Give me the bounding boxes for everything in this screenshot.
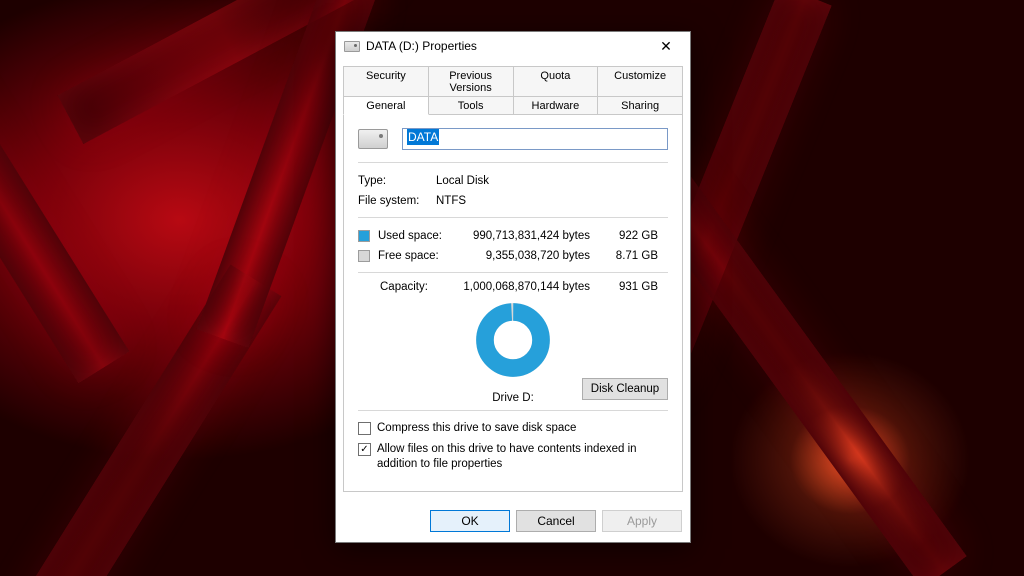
tab-sharing[interactable]: Sharing <box>598 96 683 115</box>
capacity-human: 931 GB <box>598 281 658 293</box>
filesystem-value: NTFS <box>436 191 668 211</box>
free-swatch-icon <box>358 250 370 262</box>
tabs: Security Previous Versions Quota Customi… <box>343 66 683 492</box>
used-space-label: Used space: <box>378 226 442 246</box>
compress-checkbox-row[interactable]: Compress this drive to save disk space <box>358 421 668 436</box>
tab-security[interactable]: Security <box>343 66 429 96</box>
dialog-buttons: OK Cancel Apply <box>336 500 690 542</box>
divider <box>358 272 668 273</box>
bg-shape <box>0 0 129 383</box>
capacity-label: Capacity: <box>358 281 452 293</box>
capacity-bytes: 1,000,068,870,144 bytes <box>452 281 598 293</box>
desktop-background: DATA (D:) Properties ✕ Security Previous… <box>0 0 1024 576</box>
index-label: Allow files on this drive to have conten… <box>377 442 668 472</box>
divider <box>358 217 668 218</box>
ok-button[interactable]: OK <box>430 510 510 532</box>
volume-name-input[interactable]: DATA <box>402 128 668 150</box>
tab-general[interactable]: General <box>343 96 429 115</box>
type-label: Type: <box>358 171 436 191</box>
usage-chart: Drive D: Disk Cleanup <box>358 299 668 404</box>
free-space-human: 8.71 GB <box>598 246 658 266</box>
tab-hardware[interactable]: Hardware <box>514 96 599 115</box>
free-space-label: Free space: <box>378 246 439 266</box>
tab-previous-versions[interactable]: Previous Versions <box>429 66 514 96</box>
drive-icon <box>344 41 360 52</box>
compress-label: Compress this drive to save disk space <box>377 421 576 436</box>
type-value: Local Disk <box>436 171 668 191</box>
checkbox-icon[interactable]: ✓ <box>358 443 371 456</box>
volume-name-text: DATA <box>407 129 439 145</box>
properties-dialog: DATA (D:) Properties ✕ Security Previous… <box>335 31 691 543</box>
filesystem-label: File system: <box>358 191 436 211</box>
drive-icon <box>358 129 388 149</box>
window-title: DATA (D:) Properties <box>366 39 644 53</box>
tab-panel-general: DATA Type: Local Disk File system: NTFS <box>343 114 683 492</box>
free-space-bytes: 9,355,038,720 bytes <box>452 246 598 266</box>
index-checkbox-row[interactable]: ✓ Allow files on this drive to have cont… <box>358 442 668 472</box>
titlebar[interactable]: DATA (D:) Properties ✕ <box>336 32 690 60</box>
apply-button[interactable]: Apply <box>602 510 682 532</box>
divider <box>358 410 668 411</box>
cancel-button[interactable]: Cancel <box>516 510 596 532</box>
divider <box>358 162 668 163</box>
tab-customize[interactable]: Customize <box>598 66 683 96</box>
disk-cleanup-button[interactable]: Disk Cleanup <box>582 378 668 400</box>
drive-letter-label: Drive D: <box>492 392 534 404</box>
used-space-bytes: 990,713,831,424 bytes <box>452 226 598 246</box>
used-swatch-icon <box>358 230 370 242</box>
dialog-body: Security Previous Versions Quota Customi… <box>336 60 690 500</box>
used-space-human: 922 GB <box>598 226 658 246</box>
tab-tools[interactable]: Tools <box>429 96 514 115</box>
donut-chart-icon <box>476 303 550 377</box>
close-button[interactable]: ✕ <box>644 32 688 60</box>
checkbox-icon[interactable] <box>358 422 371 435</box>
tab-quota[interactable]: Quota <box>514 66 599 96</box>
